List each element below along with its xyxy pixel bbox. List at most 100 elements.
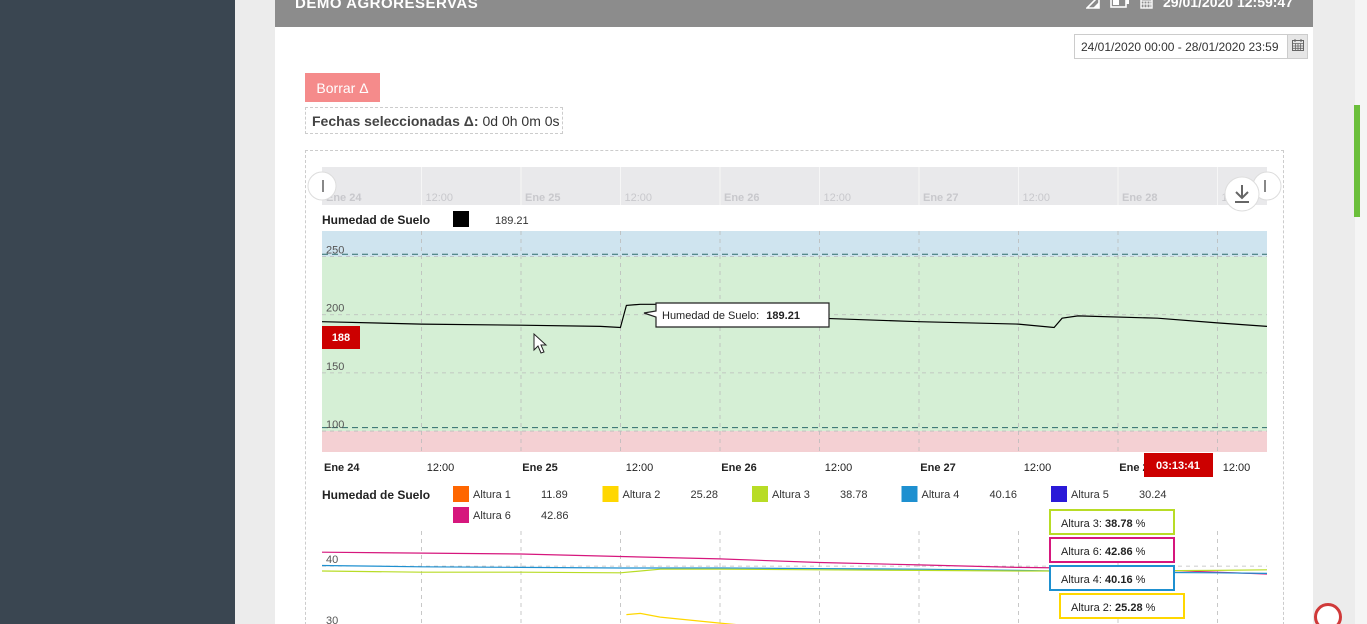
chart2-legend-name: Altura 5 [1071,489,1109,501]
navigator-tick-label: Ene 25 [525,192,560,204]
navigator-tick-label: 12:00 [824,192,852,204]
chart1-x-tick-label: 12:00 [1024,462,1052,474]
chart1-x-tick-label: 12:00 [427,462,455,474]
chart2-y-tick-label: 40 [326,554,338,566]
chart2-tooltip: Altura 6: 42.86 % [1049,537,1175,563]
date-range-picker[interactable] [1074,34,1308,59]
chart2-legend-swatch [901,486,918,502]
date-range-input[interactable] [1075,35,1289,58]
chart2-legend-swatch [453,486,469,502]
chart1-y-tick-label: 250 [326,245,344,257]
navigator-tick-label: 12:00 [625,192,653,204]
chart1-tooltip-value: 189.21 [766,310,800,322]
chart2-tooltip: Altura 2: 25.28 % [1059,593,1185,619]
battery-icon [1110,0,1130,9]
svg-text:Humedad de Suelo: 18: Humedad de Suelo: 189.21 [662,310,800,322]
chart2-tooltip-label: Altura 2: [1071,602,1115,614]
chart1-legend[interactable]: 189.21 [453,211,529,227]
chart2-tooltip-text: Altura 4: 40.16 % [1061,574,1146,586]
header-datetime: 29/01/2020 12:59:47 [1163,0,1293,10]
chart1-tooltip-label: Humedad de Suelo: [662,310,759,322]
navigator-left-handle[interactable] [307,171,337,201]
page-scrollbar-thumb[interactable] [1354,105,1360,217]
chart1-title: Humedad de Suelo [322,213,430,227]
download-button[interactable] [1224,176,1260,212]
chart2-tooltip-value: 40.16 [1105,574,1133,586]
help-life-ring-icon[interactable] [1314,603,1342,624]
chart2-legend-swatch [752,486,768,502]
navigator-tick-label: 12:00 [1023,192,1051,204]
chart2-tooltip-value: 42.86 [1105,546,1133,558]
chart1-x-tick-label: 12:00 [1223,462,1251,474]
chart2-legend-value: 42.86 [541,510,569,522]
chart1-tooltip: Humedad de Suelo: 189.21 [643,302,830,328]
calendar-icon [1140,0,1153,9]
chart2-tooltip: Altura 3: 38.78 % [1049,509,1175,535]
chart2-legend-value: 11.89 [541,489,568,501]
chart2-legend-name: Altura 4 [922,489,960,501]
chart1-x-tick-label: Ene 27 [920,462,955,474]
chart2-tooltip-text: Altura 6: 42.86 % [1061,546,1146,558]
chart1-y-tick-label: 100 [326,419,344,431]
chart-container: Ene 24 12:00 Ene 25 12:00 Ene 26 12:00 Ene 27 1… [305,150,1284,624]
chart1-bands [322,231,1267,452]
chart2-tooltip: Altura 4: 40.16 % [1049,565,1175,591]
chart2-tooltips: Altura 3: 38.78 %Altura 6: 42.86 %Altura… [1049,509,1185,619]
navigator-tick-label: Ene 27 [923,192,958,204]
page-scrollbar-track[interactable] [1355,0,1367,624]
chart2-legend-name: Altura 6 [473,510,511,522]
chart1-y-tick-label: 150 [326,361,344,373]
chart1-x-ticks: Ene 24 12:00 Ene 25 12:00 Ene 26 12:00 Ene 27 1… [324,462,1250,474]
chart2-legend-value: 30.24 [1139,489,1167,501]
chart2-y-ticks: 30 40 [326,554,338,624]
chart2-tooltip-value: 38.78 [1105,518,1133,530]
chart2-tooltip-label: Altura 6: [1061,546,1105,558]
chart2-legend-name: Altura 3 [772,489,810,501]
charts-svg[interactable]: Ene 24 12:00 Ene 25 12:00 Ene 26 12:00 Ene 27 1… [306,151,1285,624]
chart2-legend-name: Altura 2 [623,489,661,501]
borrar-delta-button[interactable]: Borrar Δ [305,73,380,102]
chart1-y-marker-label: 188 [332,332,350,344]
selected-dates-box: Fechas seleccionadas Δ: 0d 0h 0m 0s [305,107,563,134]
selected-dates-value: 0d 0h 0m 0s [482,112,560,129]
panel-title: DEMO AGRORESERVAS [295,0,479,12]
chart2-tooltip-text: Altura 2: 25.28 % [1071,602,1156,614]
chart1-band [322,431,1267,452]
dashboard-panel: DEMO AGRORESERVAS 29/01/2020 12:59:47 Bo… [275,0,1313,624]
chart1-x-tick-label: Ene 24 [324,462,360,474]
sidebar [0,0,235,624]
chart1-x-marker-label: 03:13:41 [1156,460,1200,472]
chart2-legend-name: Altura 1 [473,489,511,501]
chart2-legend-swatch [602,486,619,502]
date-range-button[interactable] [1287,35,1307,58]
chart1-legend-swatch [453,211,469,227]
chart2-tooltip-unit: % [1133,546,1146,558]
chart2-legend-value: 38.78 [840,489,868,501]
chart1-x-tick-label: Ene 25 [522,462,557,474]
chart2-tooltip-label: Altura 3: [1061,518,1105,530]
chart1-band [322,256,1267,432]
selected-dates-label: Fechas seleccionadas Δ: [312,112,479,129]
chart1-y-marker: 188 [322,326,360,349]
chart2-title: Humedad de Suelo [322,488,430,502]
chart2-legend-value: 40.16 [990,489,1018,501]
chart2-tooltip-label: Altura 4: [1061,574,1105,586]
chart2-tooltip-unit: % [1133,518,1146,530]
navigator-tick-label: Ene 28 [1122,192,1157,204]
signal-icon [1086,0,1100,9]
chart1-x-tick-label: 12:00 [626,462,654,474]
navigator-tick-label: 12:00 [426,192,454,204]
chart1-x-marker: 03:13:41 [1144,453,1213,477]
calendar-icon [1291,38,1304,56]
chart1-legend-value: 189.21 [495,215,529,227]
chart1-x-tick-label: 12:00 [825,462,853,474]
chart2-series-line [626,612,737,624]
chart2-tooltip-unit: % [1133,574,1146,586]
chart2-legend-swatch [453,507,469,523]
chart2-legend-swatch [1051,486,1067,502]
header-status: 29/01/2020 12:59:47 [1086,0,1293,10]
chart2-tooltip-text: Altura 3: 38.78 % [1061,518,1146,530]
panel-header: DEMO AGRORESERVAS 29/01/2020 12:59:47 [275,0,1313,27]
navigator-tick-label: Ene 26 [724,192,759,204]
chart1-y-tick-label: 200 [326,303,344,315]
